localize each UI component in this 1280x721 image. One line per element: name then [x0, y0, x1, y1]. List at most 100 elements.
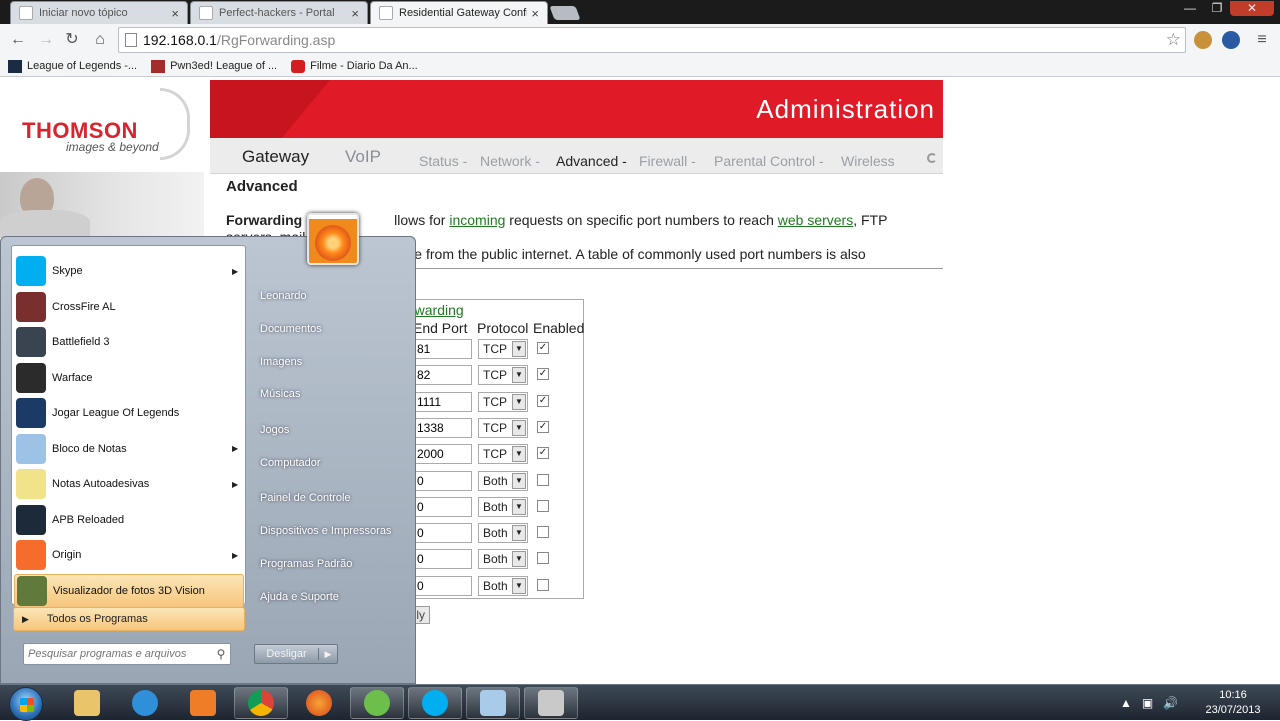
taskbar-media-player[interactable] [176, 687, 230, 719]
enabled-checkbox[interactable] [537, 473, 549, 486]
close-icon[interactable]: × [171, 6, 179, 21]
taskbar-chrome[interactable] [234, 687, 288, 719]
network-icon[interactable]: ▣ [1142, 696, 1153, 710]
nav-wireless[interactable]: Wireless [841, 153, 895, 169]
protocol-select[interactable]: Both ▼ [478, 496, 528, 517]
nav-advanced[interactable]: Advanced - [556, 153, 627, 169]
enabled-checkbox[interactable] [537, 578, 549, 591]
link-incoming[interactable]: incoming [449, 212, 505, 228]
all-programs-button[interactable]: ▶ Todos os Programas [13, 607, 245, 631]
end-port-input[interactable] [412, 496, 472, 517]
dropdown-arrow-icon[interactable]: ▼ [512, 472, 526, 489]
enabled-checkbox[interactable]: ✓ [537, 447, 549, 460]
enabled-checkbox[interactable] [537, 499, 549, 512]
taskbar-internet-explorer[interactable] [118, 687, 172, 719]
end-port-input[interactable] [412, 470, 472, 491]
start-menu-link[interactable]: Dispositivos e Impressoras [260, 525, 391, 537]
taskbar-explorer[interactable] [60, 687, 114, 719]
taskbar-snipping[interactable] [524, 687, 578, 719]
program-item[interactable]: Bloco de Notas ▶ [14, 432, 244, 466]
new-tab-button[interactable] [549, 6, 581, 20]
dropdown-arrow-icon[interactable]: ▼ [512, 577, 526, 594]
end-port-input[interactable] [412, 391, 472, 412]
tab-perfect-hackers[interactable]: Perfect-hackers - Portal × [190, 1, 368, 24]
tab-iniciar-novo-topico[interactable]: Iniciar novo tópico × [10, 1, 188, 24]
volume-icon[interactable]: 🔊 [1163, 696, 1178, 710]
minimize-button[interactable]: — [1176, 1, 1204, 16]
nav-firewall[interactable]: Firewall - [639, 153, 696, 169]
search-icon[interactable]: ⚲ [212, 647, 230, 661]
restore-button[interactable]: ❐ [1204, 1, 1230, 16]
end-port-input[interactable] [412, 417, 472, 438]
enabled-checkbox[interactable] [537, 526, 549, 539]
start-menu-link[interactable]: Jogos [260, 424, 289, 436]
start-menu-link[interactable]: Músicas [260, 388, 300, 400]
taskbar-skype[interactable] [408, 687, 462, 719]
bookmark-league-of-legends[interactable]: League of Legends -... [8, 59, 137, 73]
dropdown-arrow-icon[interactable]: ▼ [512, 367, 526, 384]
protocol-select[interactable]: Both ▼ [478, 470, 528, 491]
submenu-arrow-icon[interactable]: ▶ [232, 480, 244, 489]
forwarding-link[interactable]: rwarding [410, 302, 464, 318]
start-menu-link[interactable]: Documentos [260, 323, 322, 335]
link-web-servers[interactable]: web servers [778, 212, 853, 228]
program-item[interactable]: Warface [14, 361, 244, 395]
protocol-select[interactable]: TCP ▼ [478, 444, 528, 465]
back-arrow-icon[interactable]: ← [8, 30, 28, 50]
protocol-select[interactable]: TCP ▼ [478, 391, 528, 412]
submenu-arrow-icon[interactable]: ▶ [232, 267, 244, 276]
tab-gateway[interactable]: Gateway [242, 147, 309, 167]
user-avatar[interactable] [307, 213, 359, 265]
forward-arrow-icon[interactable]: → [36, 30, 56, 50]
program-item[interactable]: Visualizador de fotos 3D Vision [14, 573, 244, 608]
start-menu-link[interactable]: Imagens [260, 356, 302, 368]
close-window-button[interactable]: ✕ [1230, 1, 1274, 16]
protocol-select[interactable]: TCP ▼ [478, 365, 528, 386]
tray-expand-icon[interactable]: ▲ [1120, 696, 1132, 710]
enabled-checkbox[interactable]: ✓ [537, 368, 549, 381]
tab-voip[interactable]: VoIP [345, 147, 381, 167]
enabled-checkbox[interactable] [537, 552, 549, 565]
protocol-select[interactable]: TCP ▼ [478, 417, 528, 438]
nav-parental-control[interactable]: Parental Control - [714, 153, 824, 169]
protocol-select[interactable]: TCP ▼ [478, 339, 528, 359]
start-menu-link[interactable]: Painel de Controle [260, 492, 351, 504]
close-icon[interactable]: × [351, 6, 359, 21]
address-bar[interactable]: 192.168.0.1/RgForwarding.asp ☆ [118, 27, 1186, 53]
close-icon[interactable]: × [531, 6, 539, 21]
nav-status[interactable]: Status - [419, 153, 467, 169]
end-port-input[interactable] [412, 549, 472, 570]
protocol-select[interactable]: Both ▼ [478, 523, 528, 544]
dropdown-arrow-icon[interactable]: ▼ [512, 551, 526, 568]
enabled-checkbox[interactable]: ✓ [537, 420, 549, 433]
menu-icon[interactable]: ≡ [1252, 30, 1272, 50]
taskbar-utorrent[interactable] [350, 687, 404, 719]
tab-residential-gateway[interactable]: Residential Gateway Confi × [370, 1, 548, 24]
start-menu-link[interactable]: Computador [260, 457, 321, 469]
program-item[interactable]: Jogar League Of Legends [14, 396, 244, 430]
dropdown-arrow-icon[interactable]: ▼ [512, 419, 526, 436]
enabled-checkbox[interactable]: ✓ [537, 342, 549, 354]
program-item[interactable]: Notas Autoadesivas ▶ [14, 467, 244, 501]
program-item[interactable]: CrossFire AL [14, 290, 244, 324]
clock[interactable]: 10:16 23/07/2013 [1198, 688, 1268, 718]
end-port-input[interactable] [412, 575, 472, 596]
bookmark-filme[interactable]: Filme - Diario Da An... [291, 59, 418, 73]
cookie-extension-icon[interactable] [1194, 31, 1212, 49]
submenu-arrow-icon[interactable]: ▶ [232, 551, 244, 560]
program-item[interactable]: Battlefield 3 [14, 325, 244, 359]
protocol-select[interactable]: Both ▼ [478, 575, 528, 596]
program-item[interactable]: Origin ▶ [14, 538, 244, 572]
nav-network[interactable]: Network - [480, 153, 540, 169]
shutdown-arrow-icon[interactable]: ▶ [319, 649, 337, 660]
end-port-input[interactable] [412, 523, 472, 544]
dropdown-arrow-icon[interactable]: ▼ [512, 341, 526, 357]
submenu-arrow-icon[interactable]: ▶ [232, 444, 244, 453]
dropdown-arrow-icon[interactable]: ▼ [512, 393, 526, 410]
start-menu-link[interactable]: Programas Padrão [260, 558, 352, 570]
start-search-input[interactable] [24, 645, 212, 663]
end-port-input[interactable] [412, 339, 472, 359]
reload-icon[interactable]: ↻ [62, 30, 82, 50]
program-item[interactable]: APB Reloaded [14, 503, 244, 537]
dropdown-arrow-icon[interactable]: ▼ [512, 525, 526, 542]
